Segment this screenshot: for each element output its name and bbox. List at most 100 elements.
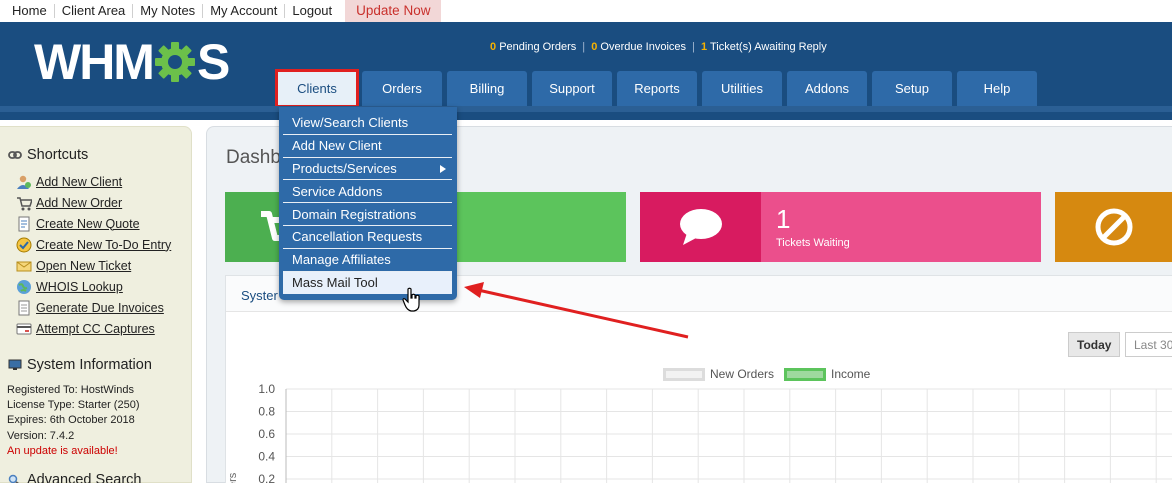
cart-icon [17,196,32,210]
stats-separator: | [582,41,586,53]
toplink-client-area[interactable]: Client Area [55,4,134,18]
top-links-bar: Home Client Area My Notes My Account Log… [0,0,1172,22]
search-icon [8,474,19,483]
clients-dropdown-menu: View/Search Clients Add New Client Produ… [279,107,457,300]
pending-orders-link[interactable]: Pending Orders [499,41,576,53]
sysinfo-update-available[interactable]: An update is available! [7,444,139,459]
shortcut-label: Create New To-Do Entry [36,237,172,252]
menu-item-cancellation-requests[interactable]: Cancellation Requests [283,226,452,249]
shortcut-open-new-ticket[interactable]: Open New Ticket [16,255,171,276]
shortcut-label: Add New Order [36,195,123,210]
shortcut-add-new-client[interactable]: Add New Client [16,171,171,192]
shortcuts-title: Shortcuts [27,147,89,163]
stat-tickets-panel[interactable]: 1 Tickets Waiting [640,192,1041,262]
range-last-30-button[interactable]: Last 30 [1125,332,1172,357]
menu-item-products-services[interactable]: Products/Services [283,158,452,181]
todo-icon [16,237,32,252]
tab-addons[interactable]: Addons [787,71,867,106]
header: WHM S 0 Pending Orders | 0 Overdue Invoi… [0,22,1172,108]
system-information: Registered To: HostWinds License Type: S… [7,383,139,459]
sysinfo-license: License Type: Starter (250) [7,399,140,412]
tickets-waiting-label: Tickets Waiting [776,237,850,249]
menu-item-manage-affiliates[interactable]: Manage Affiliates [283,249,452,272]
stats-separator: | [692,41,695,53]
header-stats: 0 Pending Orders | 0 Overdue Invoices | … [490,41,827,53]
tab-help[interactable]: Help [957,71,1037,106]
shortcut-whois-lookup[interactable]: WHOIS Lookup [16,276,171,297]
shortcuts-heading: Shortcuts [8,147,88,163]
toplink-home[interactable]: Home [0,4,55,18]
system-overview-panel: Syster Today Last 30 New Orders Income 1… [225,275,1172,483]
header-stripe [0,106,1172,120]
shortcut-label: Create New Quote [36,216,140,231]
panel-title: Syster [241,288,278,303]
user-add-icon [17,175,31,189]
sysinfo-version: Version: 7.4.2 [7,429,75,442]
y-tick-label: 0.6 [258,427,275,441]
credit-card-icon [16,323,32,334]
tab-orders[interactable]: Orders [362,71,442,106]
stat-cancellations-icon-block [1055,192,1172,262]
stat-tickets-icon-block [640,192,761,262]
overdue-invoices-link[interactable]: Overdue Invoices [600,41,686,53]
shortcut-label: Attempt CC Captures [36,321,155,336]
tab-billing[interactable]: Billing [447,71,527,106]
menu-item-label: Products/Services [292,160,397,176]
advanced-search-title: Advanced Search [27,472,142,483]
system-information-title: System Information [27,357,152,373]
menu-item-domain-registrations[interactable]: Domain Registrations [283,203,452,226]
shortcut-label: Generate Due Invoices [36,300,164,315]
main-nav: Clients Orders Billing Support Reports U… [275,69,1042,108]
tab-clients[interactable]: Clients [275,69,359,108]
tab-utilities[interactable]: Utilities [702,71,782,106]
chat-bubble-icon [679,209,722,245]
gear-icon [154,42,195,82]
y-tick-label: 0.2 [258,472,275,483]
shortcut-generate-due-invoices[interactable]: Generate Due Invoices [16,297,171,318]
logo-text-left: WHM [34,34,155,90]
link-icon [8,151,22,159]
ban-icon [1095,208,1132,246]
toplink-logout[interactable]: Logout [285,4,339,18]
shortcuts-list: Add New Client Add New Order Create New … [16,171,171,339]
tickets-awaiting-count: 1 [701,41,708,53]
orders-income-chart: 1.0 0.8 0.6 0.4 0.2 ers [227,382,1172,483]
sysinfo-registered: Registered To: HostWinds [7,384,134,396]
system-information-heading: System Information [8,357,152,373]
hand-cursor-icon [402,287,420,312]
overdue-invoices-count: 0 [591,41,598,53]
ticket-icon [16,261,32,271]
whmcs-logo[interactable]: WHM S [34,34,230,90]
range-today-button[interactable]: Today [1068,332,1121,357]
sidebar: Shortcuts Add New Client Add New Order C… [0,126,192,483]
tickets-waiting-count: 1 [776,204,791,234]
shortcut-create-new-todo[interactable]: Create New To-Do Entry [16,234,171,255]
menu-item-service-addons[interactable]: Service Addons [283,180,452,204]
tab-reports[interactable]: Reports [617,71,697,106]
y-tick-label: 1.0 [258,382,275,396]
monitor-icon [8,359,22,370]
submenu-arrow-icon [440,164,446,173]
tab-setup[interactable]: Setup [872,71,952,106]
toplink-my-notes[interactable]: My Notes [133,4,204,18]
shortcut-attempt-cc-captures[interactable]: Attempt CC Captures [16,318,171,339]
shortcut-label: Open New Ticket [36,258,132,273]
logo-text-right: S [196,34,230,90]
y-tick-label: 0.4 [258,450,275,464]
shortcut-label: Add New Client [36,174,123,189]
menu-item-mass-mail-tool[interactable]: Mass Mail Tool [283,271,452,295]
menu-item-view-search-clients[interactable]: View/Search Clients [283,112,452,135]
shortcut-create-new-quote[interactable]: Create New Quote [16,213,171,234]
tickets-awaiting-link[interactable]: Ticket(s) Awaiting Reply [710,41,827,53]
y-axis-label: ers [227,472,239,483]
document-icon [18,216,30,231]
stat-cancellations-panel[interactable] [1055,192,1172,262]
toplink-my-account[interactable]: My Account [203,4,286,18]
invoice-icon [18,300,30,315]
tab-support[interactable]: Support [532,71,612,106]
pending-orders-count: 0 [490,41,497,53]
menu-item-add-new-client[interactable]: Add New Client [283,135,452,158]
update-now-button[interactable]: Update Now [345,0,442,22]
shortcut-add-new-order[interactable]: Add New Order [16,192,171,213]
advanced-search-heading: Advanced Search [8,472,141,483]
